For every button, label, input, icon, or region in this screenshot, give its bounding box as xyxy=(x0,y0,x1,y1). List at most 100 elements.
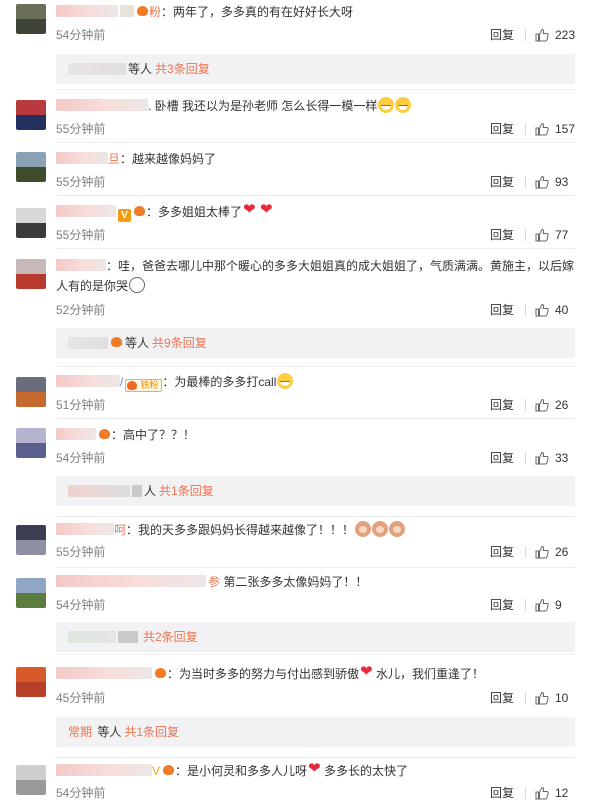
like-count: 26 xyxy=(555,545,569,559)
separator xyxy=(56,567,575,568)
cheering-emoji-icon xyxy=(277,373,294,389)
divider xyxy=(525,599,526,611)
reply-thread[interactable]: 共2条回复 xyxy=(56,622,575,652)
monkey-emoji-icon xyxy=(355,521,372,537)
username-blurred[interactable] xyxy=(56,523,114,535)
separator xyxy=(56,516,575,517)
comment-text: ：为最棒的多多打call xyxy=(162,375,277,389)
reply-button[interactable]: 回复 xyxy=(490,449,514,467)
username-blurred[interactable] xyxy=(56,575,206,587)
like-count: 40 xyxy=(555,303,569,317)
avatar[interactable] xyxy=(16,765,46,795)
comment-time: 55分钟前 xyxy=(56,228,106,242)
reply-button[interactable]: 回复 xyxy=(490,784,514,802)
thumbs-up-icon[interactable] xyxy=(535,786,549,800)
thumbs-up-icon[interactable] xyxy=(535,691,549,705)
comment-body: 粉：两年了，多多真的有在好好长大呀 xyxy=(56,3,575,21)
username-blurred[interactable] xyxy=(56,764,152,776)
thumbs-up-icon[interactable] xyxy=(535,451,549,465)
username-blurred[interactable] xyxy=(56,99,148,111)
fan-badge-icon xyxy=(162,764,175,777)
comment-item: . 卧槽 我还以为是孙老师 怎么长得一模一样 55分钟前 回复 157 xyxy=(0,96,589,141)
username-blurred[interactable] xyxy=(56,152,108,164)
like-count: 12 xyxy=(555,786,569,800)
view-replies-link[interactable]: 共3条回复 xyxy=(155,62,210,76)
like-count: 26 xyxy=(555,398,569,412)
reply-button[interactable]: 回复 xyxy=(490,301,514,319)
reply-thread[interactable]: 等人 共3条回复 xyxy=(56,54,575,84)
avatar[interactable] xyxy=(16,525,46,555)
heart-emoji-icon xyxy=(243,202,259,219)
thumbs-up-icon[interactable] xyxy=(535,228,549,242)
divider xyxy=(525,452,526,464)
comment-text-continued: 水儿，我们重逢了！ xyxy=(376,667,485,681)
separator xyxy=(56,248,575,249)
comment-item: / 铁粉 ：为最棒的多多打call 51分钟前 回复 26 xyxy=(0,372,589,417)
thumbs-up-icon[interactable] xyxy=(535,28,549,42)
fan-badge-icon xyxy=(110,336,123,349)
username-blurred[interactable] xyxy=(56,205,116,217)
comment-time: 55分钟前 xyxy=(56,175,106,189)
comment-item: 粉：两年了，多多真的有在好好长大呀 54分钟前 回复 223 等人 共3条回复 xyxy=(0,0,589,88)
avatar[interactable] xyxy=(16,4,46,34)
view-replies-link[interactable]: 共2条回复 xyxy=(143,630,198,644)
username-blurred[interactable] xyxy=(56,375,120,387)
heart-emoji-icon xyxy=(260,202,276,219)
thumbs-up-icon[interactable] xyxy=(535,598,549,612)
view-replies-link[interactable]: 共1条回复 xyxy=(124,725,179,739)
reply-thread[interactable]: 常期 等人 共1条回复 xyxy=(56,717,575,747)
username-blurred[interactable] xyxy=(56,428,96,440)
heart-emoji-icon xyxy=(308,761,324,778)
avatar[interactable] xyxy=(16,259,46,289)
divider xyxy=(525,399,526,411)
comment-time: 54分钟前 xyxy=(56,598,106,612)
divider xyxy=(525,176,526,188)
reply-thread[interactable]: 人共1条回复 xyxy=(56,476,575,506)
reply-thread[interactable]: 等人 共9条回复 xyxy=(56,328,575,358)
like-count: 223 xyxy=(554,28,575,42)
view-replies-link[interactable]: 共9条回复 xyxy=(152,336,207,350)
thumbs-up-icon[interactable] xyxy=(535,175,549,189)
avatar[interactable] xyxy=(16,208,46,238)
separator xyxy=(56,418,575,419)
comment-text: ：越来越像妈妈了 xyxy=(120,152,217,166)
avatar[interactable] xyxy=(16,152,46,182)
laughing-emoji-icon xyxy=(395,97,412,113)
verified-v-icon: V xyxy=(152,764,161,778)
separator xyxy=(56,757,575,758)
view-replies-link[interactable]: 共1条回复 xyxy=(159,484,214,498)
reply-button[interactable]: 回复 xyxy=(490,396,514,414)
monkey-emoji-icon xyxy=(372,521,389,537)
reply-button[interactable]: 回复 xyxy=(490,689,514,707)
comment-time: 54分钟前 xyxy=(56,28,106,42)
thumbs-up-icon[interactable] xyxy=(535,545,549,559)
reply-author[interactable]: 常期 xyxy=(68,725,92,739)
username-blurred[interactable] xyxy=(56,667,152,679)
reply-button[interactable]: 回复 xyxy=(490,596,514,614)
reply-button[interactable]: 回复 xyxy=(490,226,514,244)
thumbs-up-icon[interactable] xyxy=(535,398,549,412)
comment-time: 55分钟前 xyxy=(56,545,106,559)
comment-item: 参 第二张多多太像妈妈了！！ 54分钟前 回复 9 共2条回复 xyxy=(0,573,589,653)
avatar[interactable] xyxy=(16,377,46,407)
comment-item: ：为当时多多的努力与付出感到骄傲 水儿，我们重逢了！ 45分钟前 回复 10 常期… xyxy=(0,661,589,756)
separator xyxy=(56,654,575,655)
username-blurred[interactable] xyxy=(56,5,118,17)
avatar[interactable] xyxy=(16,667,46,697)
comment-item: 呵：我的天多多跟妈妈长得越来越像了！！！ 55分钟前 回复 26 xyxy=(0,521,589,566)
fan-badge-icon: 铁粉 xyxy=(125,379,163,392)
reply-button[interactable]: 回复 xyxy=(490,26,514,44)
avatar[interactable] xyxy=(16,428,46,458)
comment-text: ：两年了，多多真的有在好好长大呀 xyxy=(161,5,354,19)
reply-button[interactable]: 回复 xyxy=(490,120,514,138)
fan-badge-icon xyxy=(133,205,146,218)
thumbs-up-icon[interactable] xyxy=(535,303,549,317)
reply-button[interactable]: 回复 xyxy=(490,543,514,561)
thumbs-up-icon[interactable] xyxy=(535,122,549,136)
avatar[interactable] xyxy=(16,578,46,608)
divider xyxy=(525,229,526,241)
reply-button[interactable]: 回复 xyxy=(490,173,514,191)
avatar[interactable] xyxy=(16,100,46,130)
username-blurred[interactable] xyxy=(56,259,106,271)
like-count: 77 xyxy=(555,228,569,242)
